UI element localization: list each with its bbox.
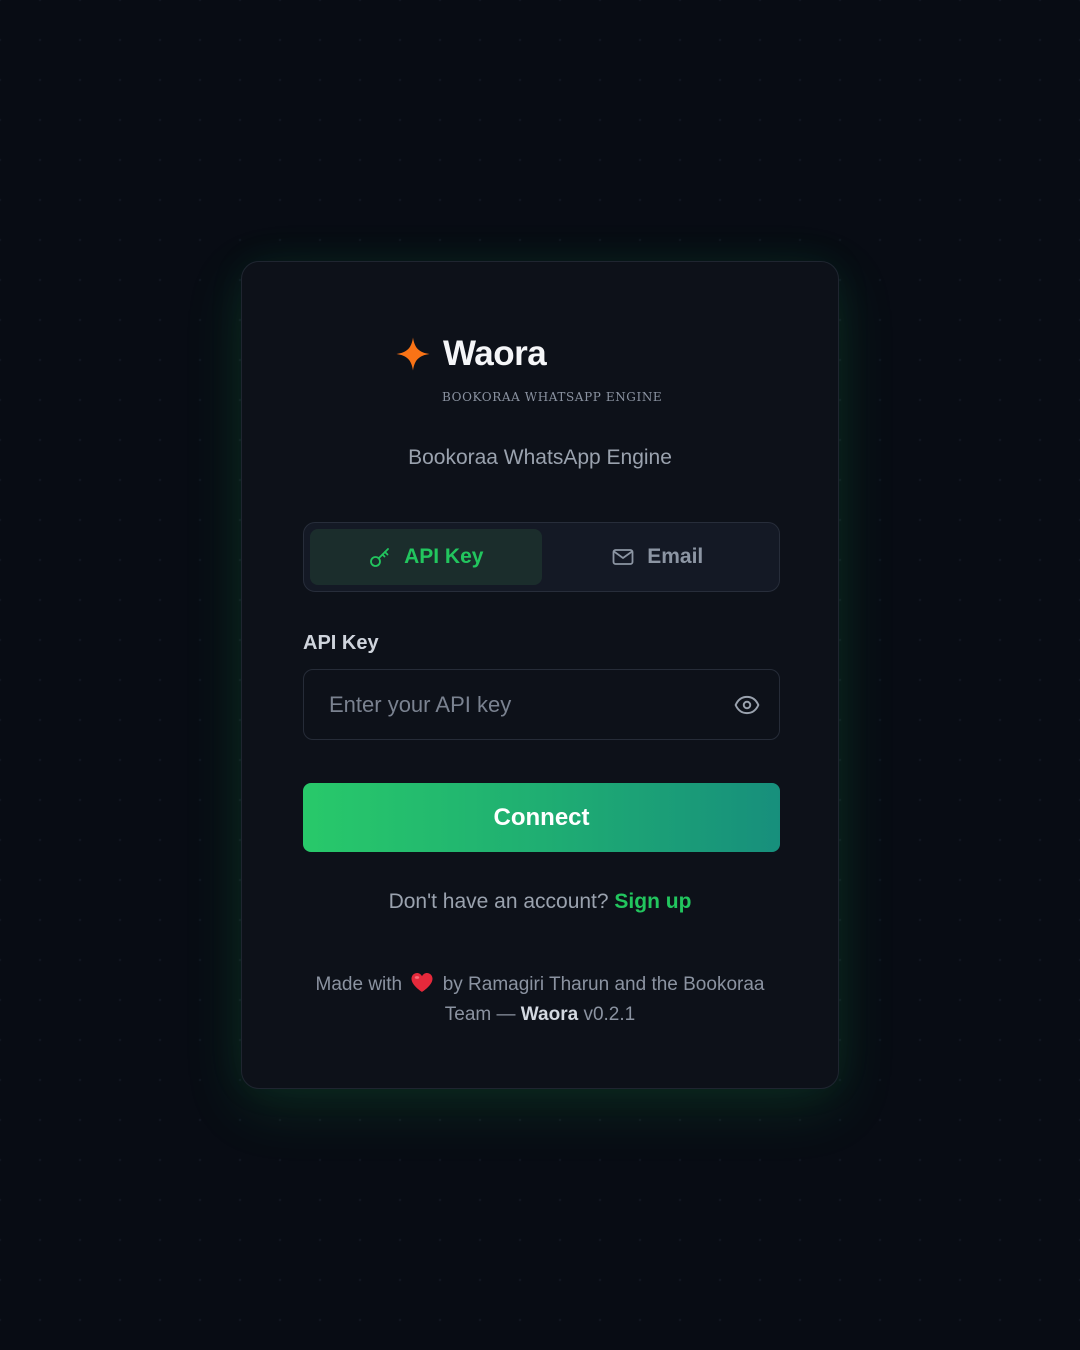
brand-name: Waora <box>443 334 547 373</box>
page-subtitle: Bookoraa WhatsApp Engine <box>408 446 672 469</box>
signup-prompt: Don't have an account? Sign up <box>242 890 838 914</box>
footer-prefix: Made with <box>315 974 403 995</box>
tab-api-key-label: API Key <box>404 545 484 568</box>
footer-brand: Waora <box>520 1004 579 1025</box>
signup-text: Don't have an account? <box>388 890 609 913</box>
heart-icon <box>411 973 433 992</box>
api-key-input[interactable] <box>304 670 779 739</box>
tab-email-label: Email <box>647 545 704 568</box>
tab-api-key[interactable]: API Key <box>310 529 542 585</box>
connect-button[interactable]: Connect <box>303 783 780 852</box>
brand-tagline: BOOKORAA WHATSAPP ENGINE <box>442 390 663 404</box>
api-key-label: API Key <box>303 632 379 654</box>
api-key-field <box>303 669 780 740</box>
login-card: Waora BOOKORAA WHATSAPP ENGINE Bookoraa … <box>241 261 839 1089</box>
sparkle-icon <box>396 337 430 371</box>
signup-link[interactable]: Sign up <box>614 890 691 913</box>
auth-method-tabs: API Key Email <box>303 522 780 592</box>
show-password-eye-icon[interactable] <box>733 692 761 718</box>
footer-version: v0.2.1 <box>583 1004 636 1025</box>
footer-credits: Made with by Ramagiri Tharun and the Boo… <box>292 970 788 1030</box>
key-icon <box>370 548 389 567</box>
brand-logo: Waora <box>395 334 547 374</box>
tab-email[interactable]: Email <box>542 529 774 585</box>
mail-icon <box>612 549 634 565</box>
